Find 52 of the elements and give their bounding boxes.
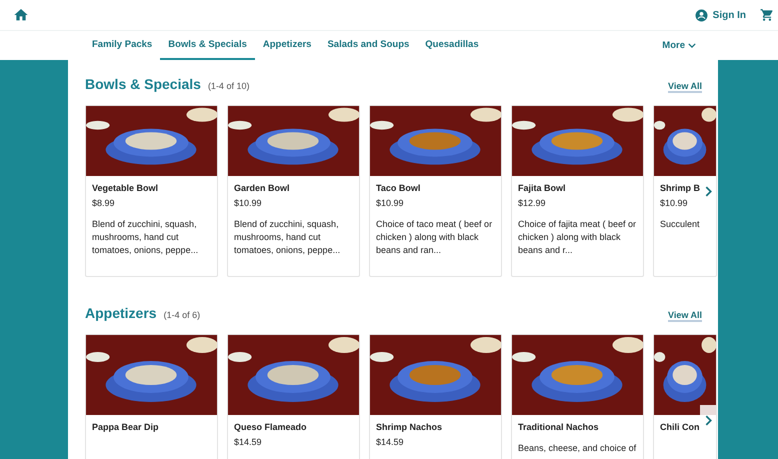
menu-item-card[interactable]: Taco Bowl $10.99 Choice of taco meat ( beef or chicken ) along with black beans and ran... <box>369 105 502 277</box>
item-price: $14.59 <box>234 436 263 448</box>
item-price: $14.59 <box>376 436 405 448</box>
menu-item-card[interactable]: Vegetable Bowl $8.99 Blend of zucchini, squash, mushrooms, hand cut tomatoes, onions, peppe... <box>85 105 218 277</box>
chevron-down-icon <box>688 43 696 48</box>
item-count: (1-4 of 10) <box>208 81 250 91</box>
item-count: (1-4 of 6) <box>164 310 200 320</box>
item-description: Blend of zucchini, squash, mushrooms, hand cut tomatoes, onions, peppe... <box>234 218 342 257</box>
item-price: $10.99 <box>376 197 405 209</box>
menu-item-card[interactable]: Shrimp Nachos $14.59 <box>369 334 502 459</box>
chevron-right-icon <box>704 186 712 196</box>
food-photo-placeholder <box>654 106 716 176</box>
menu-item-card[interactable]: Chili Con <box>653 334 717 459</box>
home-icon[interactable] <box>13 7 29 23</box>
category-tab[interactable]: Appetizers <box>254 31 320 60</box>
category-tab[interactable]: Family Packs <box>85 31 160 60</box>
menu-item-card[interactable]: Shrimp B $10.99 Succulent <box>653 105 718 277</box>
section-title: Bowls & Specials <box>85 76 201 92</box>
item-name: Queso Flameado <box>234 421 308 433</box>
menu-item-card[interactable]: Queso Flameado $14.59 <box>227 334 360 459</box>
view-all-link[interactable]: View All <box>668 81 702 93</box>
menu-item-card[interactable]: Traditional Nachos Beans, cheese, and choice of <box>511 334 644 459</box>
item-description: Choice of taco meat ( beef or chicken ) along with black beans and ran... <box>376 218 494 257</box>
item-price: $12.99 <box>518 197 547 209</box>
user-icon <box>694 8 708 22</box>
category-tab[interactable]: Salads and Soups <box>319 31 418 60</box>
item-price: $8.99 <box>92 197 116 209</box>
item-name: Chili Con <box>660 421 700 433</box>
item-name: Taco Bowl <box>376 182 422 194</box>
item-price: $10.99 <box>234 197 263 209</box>
menu-item-card[interactable]: Fajita Bowl $12.99 Choice of fajita meat ( beef or chicken ) along with black beans and r... <box>511 105 644 277</box>
menu-item-card[interactable]: Garden Bowl $10.99 Blend of zucchini, squash, mushrooms, hand cut tomatoes, onions, peppe... <box>227 105 360 277</box>
chevron-right-icon <box>704 414 712 426</box>
cart-icon[interactable] <box>760 8 774 22</box>
item-name: Shrimp Nachos <box>376 421 444 433</box>
item-name: Garden Bowl <box>234 182 291 194</box>
item-description: Beans, cheese, and choice of <box>518 442 637 455</box>
item-price: $10.99 <box>660 197 689 209</box>
category-tab[interactable]: Quesadillas <box>417 31 487 60</box>
item-name: Shrimp B <box>660 182 700 194</box>
more-menu[interactable]: More <box>662 31 696 60</box>
item-name: Pappa Bear Dip <box>92 421 160 433</box>
item-name: Fajita Bowl <box>518 182 567 194</box>
menu-item-card[interactable]: Pappa Bear Dip <box>85 334 218 459</box>
section-title: Appetizers <box>85 305 157 321</box>
item-description: Succulent <box>660 218 700 231</box>
item-name: Vegetable Bowl <box>92 182 160 194</box>
view-all-link[interactable]: View All <box>668 310 702 322</box>
item-description: Choice of fajita meat ( beef or chicken ) along with black beans and r... <box>518 218 637 257</box>
item-description: Blend of zucchini, squash, mushrooms, hand cut tomatoes, onions, peppe... <box>92 218 200 257</box>
sign-in-link[interactable]: Sign In <box>694 8 746 22</box>
item-name: Traditional Nachos <box>518 421 600 433</box>
